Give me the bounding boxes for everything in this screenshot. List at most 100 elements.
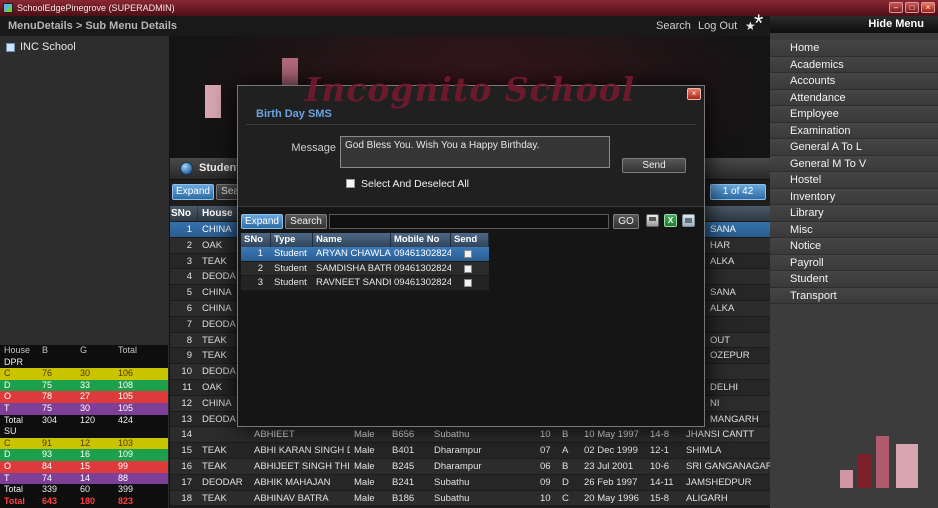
send-checkbox[interactable] (464, 264, 472, 273)
dialog-search-input[interactable] (329, 214, 609, 229)
sidebar-item-notice[interactable]: Notice (770, 238, 938, 255)
cell-sno: 18 (181, 492, 192, 504)
sidebar-item-transport[interactable]: Transport (770, 287, 938, 304)
stats-boys: 74 (42, 472, 53, 483)
stats-boys: 93 (42, 449, 53, 460)
sidebar-item-misc[interactable]: Misc (770, 221, 938, 238)
cell-type: Student (274, 248, 307, 259)
stats-house-label: Total (4, 495, 25, 506)
stats-girls: 15 (80, 460, 91, 471)
select-all-checkbox[interactable] (346, 179, 355, 188)
stats-row: D 75 33 108 (0, 379, 168, 392)
table-row[interactable]: 18 TEAK ABHINAV BATRA Male B186 Subathu 10 C 20 … (170, 490, 770, 507)
cell-sno: 17 (181, 476, 192, 488)
cell-type: Student (274, 262, 307, 274)
cell-house: TEAK (202, 460, 227, 472)
send-checkbox[interactable] (464, 250, 472, 258)
stats-col-total: Total (118, 345, 138, 355)
app-icon (3, 3, 13, 13)
sidebar-menu: Home Academics Accounts Attendance Employee E… (770, 40, 938, 304)
sidebar-item-payroll[interactable]: Payroll (770, 254, 938, 271)
minimize-button[interactable]: – (889, 2, 903, 13)
cell-mobile: 09461302824 (394, 248, 451, 259)
stats-house-label: C (4, 437, 11, 448)
asterisk-icon[interactable]: * (754, 12, 763, 36)
sidebar-item-attendance[interactable]: Attendance (770, 89, 938, 106)
stats-girls: 12 (80, 437, 91, 448)
decorative-bar (205, 85, 221, 118)
cell-name: SAMDISHA BATRA (316, 262, 391, 274)
stats-girls (76, 357, 114, 369)
modal-table-row[interactable]: 3 Student RAVNEET SANDHU09461302824 (241, 276, 489, 291)
go-button[interactable]: GO (613, 214, 639, 229)
cell-sno: 11 (182, 381, 192, 393)
hide-menu-header[interactable]: Hide Menu (770, 16, 938, 33)
cell-name: ABHINAV BATRA (254, 492, 329, 504)
cell-city: SRI GANGANAGAR (686, 460, 770, 472)
stats-boys: 75 (42, 379, 53, 390)
sidebar-item-home[interactable]: Home (770, 40, 938, 57)
send-checkbox[interactable] (464, 279, 472, 287)
logout-link[interactable]: Log Out (698, 20, 737, 32)
cell-type: Student (274, 277, 307, 288)
sidebar-item-hostel[interactable]: Hostel (770, 172, 938, 189)
cell-name: RAVNEET SANDHU (316, 277, 391, 288)
cell-sno: 7 (186, 318, 192, 330)
cell-class: 06 (540, 460, 551, 472)
tree-item-inc-school[interactable]: INC School (6, 41, 76, 53)
sidebar-item-library[interactable]: Library (770, 205, 938, 222)
message-textarea[interactable]: God Bless You. Wish You a Happy Birthday… (340, 136, 610, 168)
table-row[interactable]: 17 DEODAR ABHIK MAHAJAN Male B241 Subathu 09 D 2… (170, 474, 770, 491)
table-row[interactable]: 15 TEAK ABHI KARAN SINGH DOGRA Male B401 Dhar… (170, 443, 770, 459)
sms-recipients-table: SNo Type Name Mobile No Send 1 Student ARY… (241, 233, 489, 291)
stats-girls: 60 (80, 484, 91, 495)
cell-sno: 1 (186, 224, 192, 235)
expand-button[interactable]: Expand (172, 184, 214, 200)
close-button[interactable]: × (921, 2, 935, 13)
sidebar-item-accounts[interactable]: Accounts (770, 73, 938, 90)
stats-row: O 78 27 105 (0, 391, 168, 403)
stats-boys: 76 (42, 368, 53, 379)
stats-house-label: Total (4, 414, 24, 425)
stats-house-label: T (4, 402, 10, 413)
sidebar-item-inventory[interactable]: Inventory (770, 188, 938, 205)
stats-boys: 91 (42, 437, 53, 448)
table-row[interactable]: 16 TEAK ABHIJEET SINGH THIND Male B245 Dharam… (170, 458, 770, 475)
col-send: Send (451, 233, 489, 247)
breadcrumb[interactable]: MenuDetails > Sub Menu Details (8, 20, 177, 32)
sidebar-item-general-m-to-v[interactable]: General M To V (770, 155, 938, 172)
stats-girls (76, 426, 114, 438)
cell-dob: 20 May 1996 (584, 492, 639, 504)
search-button[interactable]: Search (285, 214, 327, 229)
stats-rows: DPR C 76 30 106 D 75 33 108 O 78 27 105 T 75 30 105 Total… (0, 357, 168, 508)
stats-header: House B G Total (0, 345, 168, 357)
send-button[interactable]: Send (622, 158, 686, 173)
sidebar-item-student[interactable]: Student (770, 271, 938, 288)
dialog-close-icon[interactable]: × (687, 88, 701, 100)
export-excel-icon[interactable]: X (664, 214, 677, 227)
sidebar-item-employee[interactable]: Employee (770, 106, 938, 123)
table-row[interactable]: 14 ABHIEET Male B656 Subathu 10 B 10 May 1997 14… (170, 427, 770, 444)
modal-table-row[interactable]: 1 Student ARYAN CHAWLA 09461302824 (241, 247, 489, 262)
cell-name: ABHIJEET SINGH THIND (254, 460, 350, 472)
search-link[interactable]: Search (656, 20, 691, 32)
pagination-badge[interactable]: 1 of 42 (710, 184, 766, 200)
cell-room: B656 (392, 429, 415, 441)
school-node-icon (6, 42, 15, 52)
print-icon[interactable] (646, 214, 659, 227)
sidebar-item-examination[interactable]: Examination (770, 122, 938, 139)
message-label: Message (291, 142, 336, 154)
sidebar-item-general-a-to-l[interactable]: General A To L (770, 139, 938, 156)
expand-button[interactable]: Expand (241, 214, 283, 229)
cell-send (451, 276, 489, 290)
export-save-icon[interactable] (682, 214, 695, 227)
cell-city (706, 269, 770, 284)
cell-city (706, 317, 770, 332)
stats-total: 109 (118, 449, 134, 460)
cell-mobile: 09461302824 (394, 262, 451, 274)
modal-table-row[interactable]: 2 Student SAMDISHA BATRA 09461302824 (241, 261, 489, 276)
stats-col-house: House (4, 345, 31, 355)
sidebar-item-academics[interactable]: Academics (770, 56, 938, 73)
stats-girls: 30 (80, 368, 91, 379)
maximize-button[interactable]: □ (905, 2, 919, 13)
